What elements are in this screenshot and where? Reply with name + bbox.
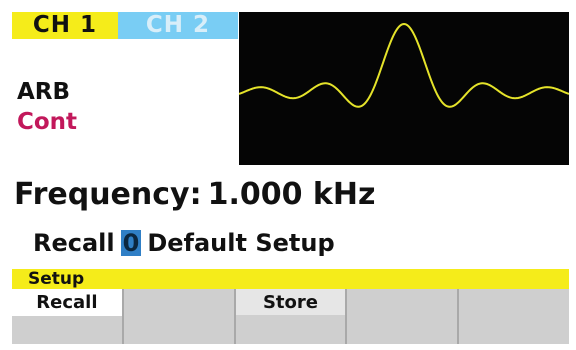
softkey-label: Recall (36, 292, 98, 313)
softkey-4[interactable] (347, 289, 460, 344)
waveform-trace (239, 22, 569, 108)
softkey-label (124, 289, 234, 291)
run-mode-label: Cont (17, 109, 78, 135)
frequency-label: Frequency: (14, 177, 202, 212)
tab-channel-2[interactable]: CH 2 (118, 12, 238, 39)
function-type-label: ARB (17, 79, 71, 105)
softkey-label: Store (235, 289, 346, 315)
softkey-2[interactable] (123, 289, 236, 344)
recall-label: Recall (33, 229, 115, 257)
recall-readout: Recall 0 Default Setup (33, 228, 335, 258)
waveform-display (239, 12, 569, 165)
softkey-5[interactable] (459, 289, 569, 344)
softkey-bar: Recall Store (12, 289, 569, 344)
tab-channel-1[interactable]: CH 1 (12, 12, 118, 39)
softkey-label (347, 289, 457, 291)
menu-title-bar: Setup (12, 269, 569, 289)
softkey-store[interactable]: Store (235, 289, 348, 344)
recall-setup-name: Default Setup (147, 229, 335, 257)
recall-slot-number[interactable]: 0 (120, 230, 142, 256)
frequency-readout[interactable]: Frequency: 1.000 kHz (14, 176, 375, 214)
frequency-value[interactable]: 1.000 kHz (208, 177, 376, 212)
waveform-plot (239, 22, 569, 108)
softkey-label (459, 289, 569, 291)
softkey-recall[interactable]: Recall (12, 289, 124, 344)
function-generator-screen: CH 1 CH 2 ARB Cont Frequency: 1.000 kHz R… (0, 0, 576, 350)
